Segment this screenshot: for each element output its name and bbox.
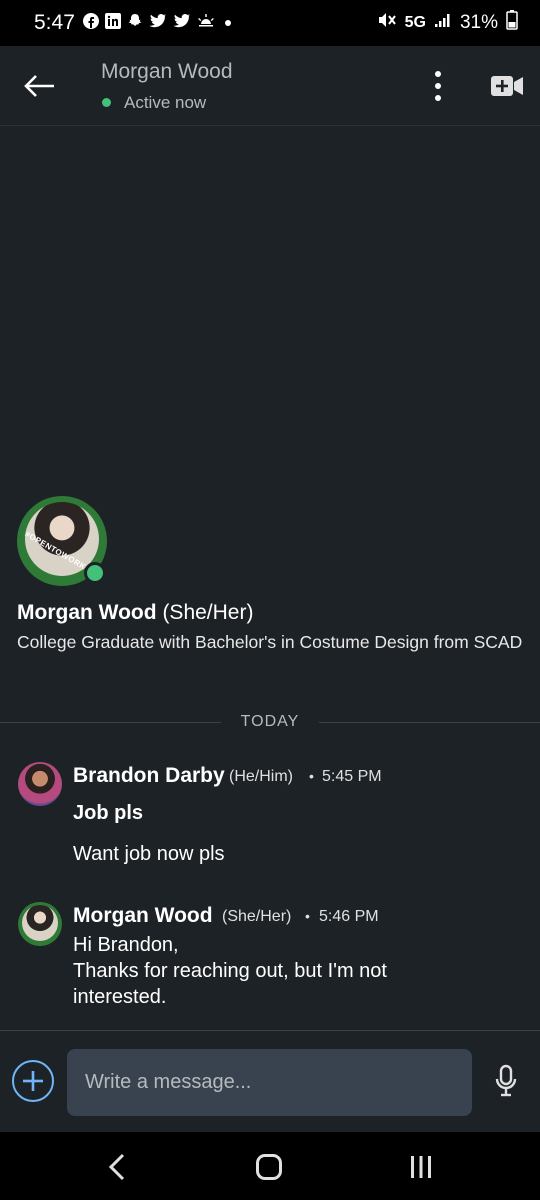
battery-percent: 31%: [459, 12, 498, 33]
online-indicator: [84, 562, 106, 584]
sender-avatar[interactable]: [18, 762, 62, 806]
linkedin-icon: [104, 13, 121, 33]
message-input[interactable]: [85, 1071, 472, 1094]
voice-message-button[interactable]: [494, 1064, 518, 1098]
nav-home-button[interactable]: [256, 1154, 282, 1180]
status-bar: 5:47 5G 31%: [0, 0, 540, 46]
divider-line-right: [319, 722, 540, 723]
more-options-button[interactable]: [426, 68, 450, 104]
video-plus-icon: [491, 76, 523, 96]
battery-icon: [506, 10, 518, 36]
message-time: 5:46 PM: [319, 908, 379, 925]
status-time: 5:47: [34, 11, 75, 34]
more-notifications-dot: [224, 20, 231, 26]
sender-avatar[interactable]: [18, 902, 62, 946]
message-composer: [0, 1030, 540, 1132]
profile-headline: College Graduate with Bachelor's in Cost…: [17, 632, 523, 652]
header-active-status: Active now: [124, 93, 207, 112]
sender-pronouns: (She/Her): [222, 908, 292, 925]
message-input-container[interactable]: [67, 1049, 472, 1116]
profile-pronouns: (She/Her): [162, 601, 254, 624]
conversation-header: Morgan Wood Active now: [0, 46, 540, 126]
arrow-left-icon: [24, 75, 54, 97]
message-text: interested.: [73, 986, 167, 1008]
plus-icon: [23, 1071, 43, 1091]
active-status-dot: [102, 98, 111, 107]
weather-icon: [197, 13, 215, 33]
snapchat-icon: [127, 13, 143, 33]
nav-back-button[interactable]: [105, 1152, 129, 1182]
mute-icon: [377, 11, 397, 35]
nav-recents-button[interactable]: [408, 1154, 434, 1180]
back-button[interactable]: [22, 68, 58, 104]
recents-icon: [411, 1156, 431, 1178]
sender-name[interactable]: Brandon Darby: [73, 764, 225, 788]
notification-icons: [82, 13, 231, 33]
more-vertical-icon: [435, 71, 441, 101]
message-text: Hi Brandon,: [73, 934, 179, 956]
profile-name-line[interactable]: Morgan Wood (She/Her): [17, 601, 253, 625]
divider-line-left: [0, 722, 221, 723]
sender-name[interactable]: Morgan Wood: [73, 904, 213, 928]
twitter-icon: [149, 13, 167, 33]
sender-pronouns: (He/Him): [229, 768, 293, 785]
network-label: 5G: [404, 14, 426, 31]
profile-photo: [22, 905, 58, 941]
signal-icon: [434, 12, 452, 34]
separator-dot: •: [305, 908, 310, 924]
separator-dot: •: [309, 768, 314, 784]
message-text: Thanks for reaching out, but I'm not: [73, 960, 387, 982]
message-text: Want job now pls: [73, 843, 225, 865]
twitter-icon: [173, 13, 191, 33]
message-text: Job pls: [73, 802, 144, 824]
chevron-left-icon: [108, 1153, 125, 1181]
video-call-button[interactable]: [490, 74, 524, 98]
system-nav-bar: [0, 1132, 540, 1200]
message-time: 5:45 PM: [322, 768, 382, 785]
facebook-icon: [82, 13, 99, 33]
attach-button[interactable]: [12, 1060, 54, 1102]
date-divider-label: TODAY: [240, 713, 300, 730]
microphone-icon: [495, 1064, 517, 1097]
header-contact-name[interactable]: Morgan Wood: [101, 60, 233, 84]
profile-name: Morgan Wood: [17, 601, 157, 624]
